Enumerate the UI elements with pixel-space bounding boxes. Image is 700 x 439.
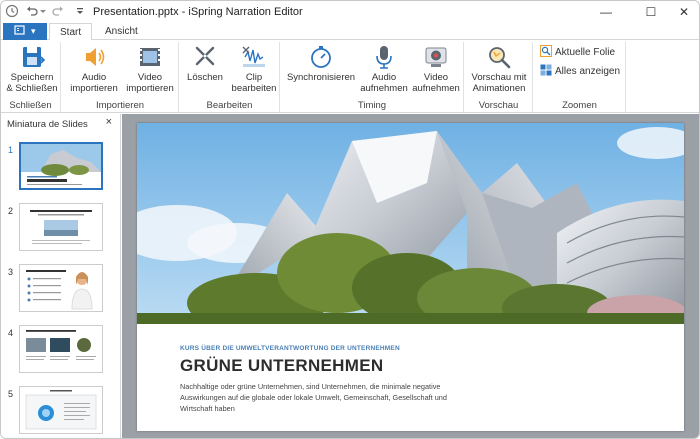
title-bar: Presentation.pptx - iSpring Narration Ed… bbox=[1, 1, 699, 23]
clip-edit-label: Clip bearbeiten bbox=[231, 72, 277, 94]
slide-kicker: KURS ÜBER DIE UMWELTVERANTWORTUNG DER UN… bbox=[180, 345, 400, 352]
stopwatch-icon bbox=[311, 46, 331, 68]
save-close-label: Speichern & Schließen bbox=[6, 72, 58, 94]
thumbnail-image bbox=[26, 330, 96, 360]
preview-magnifier-icon bbox=[489, 47, 511, 69]
group-timing: Synchronisieren Audio aufnehmen Video aufn… bbox=[281, 42, 464, 112]
show-all-button[interactable]: Alles anzeigen bbox=[540, 64, 620, 79]
app-icon[interactable] bbox=[5, 4, 19, 18]
audio-import-button[interactable]: Audio importieren bbox=[68, 44, 120, 94]
thumb-number: 2 bbox=[8, 206, 14, 216]
show-all-label: Alles anzeigen bbox=[555, 66, 621, 77]
group-schliessen: Speichern & Schließen Schließen bbox=[1, 42, 61, 112]
group-label-zoomen: Zoomen bbox=[562, 100, 597, 111]
video-record-label: Video aufnehmen bbox=[412, 72, 460, 94]
scissors-icon bbox=[195, 46, 215, 66]
maximize-icon[interactable]: ☐ bbox=[636, 4, 666, 20]
video-import-label: Video importieren bbox=[126, 72, 174, 94]
thumb-number: 1 bbox=[8, 145, 14, 155]
save-close-icon bbox=[23, 47, 46, 67]
thumbnail-image bbox=[25, 390, 97, 430]
delete-button[interactable]: Löschen bbox=[184, 44, 226, 83]
thumbnail-image bbox=[21, 144, 101, 185]
audio-import-icon bbox=[86, 48, 105, 66]
close-icon[interactable]: × bbox=[106, 116, 112, 128]
group-bearbeiten: Löschen Clip bearbeiten Bearbeiten bbox=[180, 42, 280, 112]
video-import-button[interactable]: Video importieren bbox=[124, 44, 176, 94]
preview-label: Vorschau mit Animationen bbox=[471, 72, 527, 94]
group-importieren: Audio importieren Video importieren Import… bbox=[62, 42, 179, 112]
group-label-importieren: Importieren bbox=[95, 100, 145, 111]
clip-edit-button[interactable]: Clip bearbeiten bbox=[230, 44, 278, 94]
microphone-icon bbox=[376, 46, 392, 69]
current-slide-label: Aktuelle Folie bbox=[555, 47, 616, 58]
panel-title: Miniatura de Slides bbox=[7, 119, 88, 130]
thumb-number: 5 bbox=[8, 389, 14, 399]
thumb-number: 3 bbox=[8, 267, 14, 277]
current-slide-button[interactable]: Aktuelle Folie bbox=[540, 45, 615, 60]
undo-icon[interactable] bbox=[25, 4, 39, 18]
group-zoomen: Aktuelle Folie Alles anzeigen Zoomen bbox=[534, 42, 626, 112]
clip-edit-icon bbox=[242, 46, 265, 67]
thumbnail-image bbox=[30, 210, 92, 244]
current-slide[interactable]: KURS ÜBER DIE UMWELTVERANTWORTUNG DER UN… bbox=[137, 123, 684, 431]
close-icon[interactable]: ✕ bbox=[669, 4, 699, 20]
redo-icon[interactable] bbox=[51, 4, 65, 18]
group-vorschau: Vorschau mit Animationen Vorschau bbox=[465, 42, 533, 112]
preview-button[interactable]: Vorschau mit Animationen bbox=[467, 44, 531, 94]
slide-thumbnail-2[interactable] bbox=[19, 203, 103, 251]
audio-record-label: Audio aufnehmen bbox=[360, 72, 408, 94]
window-title: Presentation.pptx - iSpring Narration Ed… bbox=[93, 6, 303, 18]
tab-ansicht[interactable]: Ansicht bbox=[95, 23, 148, 41]
show-all-icon bbox=[540, 64, 552, 76]
menu-icon bbox=[14, 25, 26, 35]
slide-headline: GRÜNE UNTERNEHMEN bbox=[180, 356, 384, 375]
group-label-vorschau: Vorschau bbox=[478, 100, 519, 111]
slide-photo bbox=[137, 123, 684, 324]
thumb-number: 4 bbox=[8, 328, 14, 338]
customize-icon[interactable] bbox=[75, 4, 85, 18]
file-menu-button[interactable]: ▾ bbox=[3, 23, 47, 40]
group-label-bearbeiten: Bearbeiten bbox=[206, 100, 253, 111]
slide-stage: KURS ÜBER DIE UMWELTVERANTWORTUNG DER UN… bbox=[122, 114, 699, 438]
slide-thumbnails-panel: Miniatura de Slides × 1 2 3 4 5 bbox=[1, 114, 121, 438]
thumbnail-image bbox=[26, 270, 93, 310]
ribbon: Speichern & Schließen Schließen Audio impo… bbox=[1, 40, 699, 113]
tab-start[interactable]: Start bbox=[49, 23, 93, 41]
slide-body-text: Nachhaltige oder grüne Unternehmen, sind… bbox=[180, 382, 447, 413]
video-record-button[interactable]: Video aufnehmen bbox=[411, 44, 461, 94]
webcam-icon bbox=[425, 47, 447, 67]
slide-thumbnail-1[interactable] bbox=[19, 142, 103, 190]
synchronize-button[interactable]: Synchronisieren bbox=[285, 44, 357, 83]
chevron-down-icon: ▾ bbox=[30, 26, 36, 36]
delete-label: Löschen bbox=[187, 72, 223, 83]
slide-thumbnail-5[interactable] bbox=[19, 386, 103, 434]
audio-record-button[interactable]: Audio aufnehmen bbox=[359, 44, 409, 94]
slide-thumbnail-4[interactable] bbox=[19, 325, 103, 373]
synchronize-label: Synchronisieren bbox=[286, 72, 356, 83]
ribbon-tabs: ▾ Start Ansicht bbox=[1, 23, 699, 41]
group-label-timing: Timing bbox=[357, 100, 387, 111]
save-close-button[interactable]: Speichern & Schließen bbox=[5, 44, 59, 94]
dropdown-icon[interactable] bbox=[39, 4, 47, 18]
minimize-icon[interactable]: — bbox=[591, 4, 621, 20]
group-label-schliessen: Schließen bbox=[9, 100, 52, 111]
video-import-icon bbox=[140, 48, 160, 66]
app-window: Presentation.pptx - iSpring Narration Ed… bbox=[0, 0, 700, 439]
zoom-slide-icon bbox=[540, 45, 552, 57]
audio-import-label: Audio importieren bbox=[70, 72, 118, 94]
slide-thumbnail-3[interactable] bbox=[19, 264, 103, 312]
